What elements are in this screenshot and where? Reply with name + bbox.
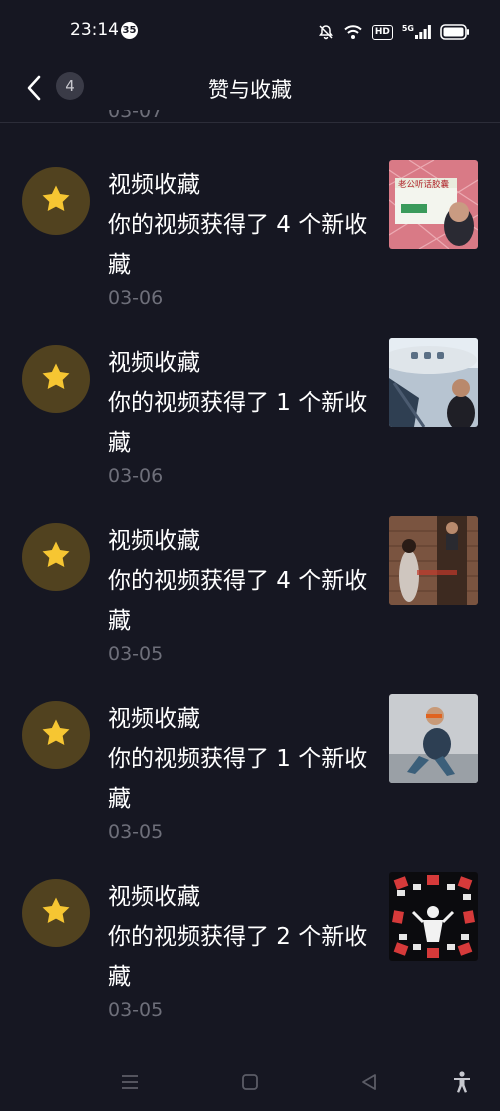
menu-icon (119, 1073, 141, 1095)
back-triangle-icon (359, 1072, 379, 1096)
system-back-button[interactable] (355, 1070, 383, 1098)
item-message: 你的视频获得了 1 个新收藏 (108, 390, 368, 456)
page-title: 赞与收藏 (208, 78, 292, 102)
star-icon (39, 894, 73, 932)
star-icon (39, 716, 73, 754)
favorite-avatar (22, 701, 90, 769)
thumbnail-caption: 老公听话胶囊 (398, 179, 450, 190)
item-message: 你的视频获得了 4 个新收藏 (108, 212, 368, 278)
item-message: 你的视频获得了 1 个新收藏 (108, 746, 368, 812)
home-square-icon (240, 1072, 260, 1096)
item-date: 03-05 (108, 999, 164, 1021)
favorite-avatar (22, 345, 90, 413)
list-item[interactable]: 视频收藏 你的视频获得了 1 个新收藏 03-05 (0, 657, 500, 843)
list-item[interactable]: 视频收藏 你的视频获得了 4 个新收藏 03-06 老公听话胶囊 (0, 123, 500, 309)
item-title: 视频收藏 (108, 884, 200, 910)
video-thumbnail[interactable] (389, 516, 478, 605)
list-item[interactable]: 视频收藏 你的视频获得了 1 个新收藏 03-06 (0, 301, 500, 487)
home-button[interactable] (236, 1070, 264, 1098)
navigation-bar: 4 赞与收藏 (0, 64, 500, 123)
notification-count-badge: 35 (121, 22, 138, 39)
accessibility-icon (451, 1070, 473, 1098)
video-thumbnail[interactable]: 老公听话胶囊 (389, 160, 478, 249)
bell-muted-icon (318, 24, 334, 40)
video-thumbnail[interactable] (389, 338, 478, 427)
item-message: 你的视频获得了 2 个新收藏 (108, 924, 368, 990)
favorite-avatar (22, 167, 90, 235)
hd-voice-icon: HD (371, 24, 393, 40)
recent-apps-button[interactable] (116, 1070, 144, 1098)
item-message: 你的视频获得了 4 个新收藏 (108, 568, 368, 634)
star-icon (39, 360, 73, 398)
video-thumbnail[interactable] (389, 694, 478, 783)
status-icons: HD 5G (318, 20, 470, 44)
accessibility-button[interactable] (448, 1070, 476, 1098)
signal-icon: 5G (402, 25, 431, 39)
favorite-avatar (22, 523, 90, 591)
clipped-previous-date: 03-07 (108, 110, 164, 122)
favorite-avatar (22, 879, 90, 947)
network-type-label: 5G (401, 24, 414, 33)
wifi-icon (343, 24, 363, 40)
item-title: 视频收藏 (108, 706, 200, 732)
status-bar: 23:14 35 HD 5G (0, 0, 500, 64)
list-item[interactable]: 视频收藏 你的视频获得了 4 个新收藏 03-05 (0, 479, 500, 665)
list-item[interactable]: 视频收藏 你的视频获得了 2 个新收藏 03-05 (0, 835, 500, 1021)
item-title: 视频收藏 (108, 528, 200, 554)
system-navigation-bar (0, 1056, 500, 1111)
video-thumbnail[interactable] (389, 872, 478, 961)
item-title: 视频收藏 (108, 350, 200, 376)
star-icon (39, 182, 73, 220)
battery-icon (440, 24, 470, 40)
star-icon (39, 538, 73, 576)
item-title: 视频收藏 (108, 172, 200, 198)
status-time: 23:14 (70, 20, 119, 40)
